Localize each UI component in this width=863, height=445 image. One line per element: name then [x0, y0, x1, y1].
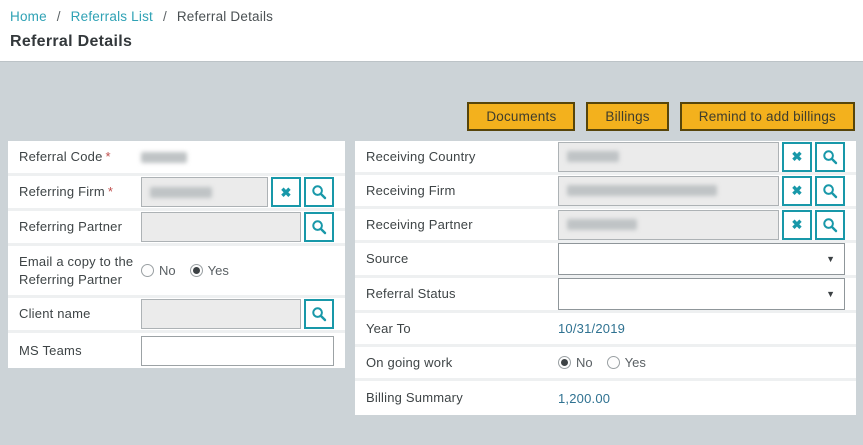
ongoing-work-radio-no[interactable]	[558, 356, 571, 369]
field-row-email-copy: Email a copy to the Referring Partner No…	[8, 246, 345, 298]
field-row-referring-firm: Referring Firm * ✖	[8, 176, 345, 211]
receiving-firm-input[interactable]	[558, 175, 779, 206]
remind-to-add-billings-button[interactable]: Remind to add billings	[679, 102, 855, 131]
ongoing-work-radio-yes[interactable]	[606, 356, 620, 369]
ongoing-work-radio-no-label: No	[576, 355, 593, 370]
field-row-year-to: Year To 10/31/2019	[355, 313, 856, 347]
email-copy-radio-group: No Yes	[141, 263, 243, 278]
breadcrumb-current: Referral Details	[176, 9, 274, 24]
email-copy-label: Email a copy to the Referring Partner	[19, 253, 134, 287]
receiving-country-clear-button[interactable]: ✖	[782, 141, 812, 172]
field-row-referral-status: Referral Status ▼	[355, 278, 856, 313]
receiving-partner-label: Receiving Partner	[366, 216, 473, 232]
ms-teams-input[interactable]	[141, 335, 334, 366]
receiving-partner-input[interactable]	[558, 209, 779, 240]
required-marker: *	[107, 184, 114, 200]
documents-button[interactable]: Documents	[467, 102, 576, 131]
search-icon	[823, 217, 838, 232]
chevron-down-icon: ▼	[826, 254, 835, 264]
receiving-firm-search-button[interactable]	[815, 175, 845, 206]
content-area: Documents Billings Remind to add billing…	[0, 62, 863, 444]
email-copy-radio-yes[interactable]	[189, 264, 203, 277]
referring-firm-clear-button[interactable]: ✖	[271, 177, 301, 207]
referring-firm-obscured-value	[150, 186, 212, 198]
ongoing-work-radio-group: No Yes	[558, 355, 660, 370]
receiving-partner-clear-button[interactable]: ✖	[782, 209, 812, 240]
field-row-client-name: Client name	[8, 298, 345, 333]
clear-icon: ✖	[791, 149, 803, 164]
billing-summary-value: 1,200.00	[558, 390, 611, 406]
breadcrumb-home[interactable]: Home	[10, 9, 47, 24]
clear-icon: ✖	[791, 217, 803, 232]
referral-status-select[interactable]: ▼	[558, 278, 845, 310]
ongoing-work-radio-yes-label: Yes	[624, 355, 646, 370]
field-row-ms-teams: MS Teams	[8, 333, 345, 368]
search-icon	[312, 307, 327, 322]
clear-icon: ✖	[791, 183, 803, 198]
search-icon	[312, 220, 327, 235]
field-row-referral-code: Referral Code *	[8, 141, 345, 176]
client-name-label: Client name	[19, 306, 91, 322]
email-copy-radio-yes-label: Yes	[207, 263, 229, 278]
client-name-input[interactable]	[141, 299, 301, 329]
referring-partner-label: Referring Partner	[19, 219, 123, 235]
search-icon	[823, 149, 838, 164]
field-row-billing-summary: Billing Summary 1,200.00	[355, 381, 856, 415]
email-copy-radio-no[interactable]	[141, 264, 154, 277]
receiving-country-obscured-value	[567, 151, 619, 162]
referral-code-label: Referral Code *	[19, 149, 111, 165]
referral-code-obscured-value	[141, 151, 187, 163]
receiving-country-input[interactable]	[558, 141, 779, 172]
search-icon	[312, 185, 327, 200]
email-copy-radio-no-label: No	[159, 263, 176, 278]
referring-firm-search-button[interactable]	[304, 177, 334, 207]
field-row-source: Source ▼	[355, 243, 856, 278]
year-to-label: Year To	[366, 320, 411, 336]
ms-teams-label: MS Teams	[19, 342, 82, 358]
field-row-ongoing-work: On going work No Yes	[355, 347, 856, 381]
toolbar: Documents Billings Remind to add billing…	[467, 102, 855, 131]
referring-firm-label: Referring Firm *	[19, 184, 114, 200]
referring-partner-input[interactable]	[141, 212, 301, 242]
receiving-country-label: Receiving Country	[366, 148, 476, 164]
referring-partner-search-button[interactable]	[304, 212, 334, 242]
ongoing-work-label: On going work	[366, 354, 453, 370]
field-row-referring-partner: Referring Partner	[8, 211, 345, 246]
required-marker: *	[105, 149, 111, 165]
referring-firm-input[interactable]	[141, 177, 268, 207]
breadcrumb-separator: /	[162, 9, 167, 24]
breadcrumb-referrals-list[interactable]: Referrals List	[71, 9, 153, 24]
page-header: Home / Referrals List / Referral Details…	[0, 0, 863, 62]
field-row-receiving-partner: Receiving Partner ✖	[355, 209, 856, 243]
page-title: Referral Details	[10, 33, 133, 50]
left-panel: Referral Code * Referring Firm * ✖ Referri…	[8, 141, 345, 368]
billings-button[interactable]: Billings	[586, 102, 669, 131]
receiving-partner-obscured-value	[567, 219, 637, 230]
receiving-firm-clear-button[interactable]: ✖	[782, 175, 812, 206]
client-name-search-button[interactable]	[304, 299, 334, 329]
breadcrumb-separator: /	[56, 9, 61, 24]
breadcrumb: Home / Referrals List / Referral Details	[10, 9, 853, 24]
chevron-down-icon: ▼	[826, 289, 835, 299]
referral-status-label: Referral Status	[366, 286, 456, 302]
field-row-receiving-country: Receiving Country ✖	[355, 141, 856, 175]
year-to-value: 10/31/2019	[558, 321, 626, 336]
receiving-country-search-button[interactable]	[815, 141, 845, 172]
field-row-receiving-firm: Receiving Firm ✖	[355, 175, 856, 209]
clear-icon: ✖	[280, 184, 292, 200]
right-panel: Receiving Country ✖ Receiving Firm ✖ Rec…	[355, 141, 856, 415]
receiving-firm-label: Receiving Firm	[366, 182, 456, 198]
billing-summary-label: Billing Summary	[366, 390, 463, 406]
search-icon	[823, 183, 838, 198]
source-select[interactable]: ▼	[558, 243, 845, 275]
receiving-partner-search-button[interactable]	[815, 209, 845, 240]
source-label: Source	[366, 251, 409, 267]
receiving-firm-obscured-value	[567, 185, 717, 196]
